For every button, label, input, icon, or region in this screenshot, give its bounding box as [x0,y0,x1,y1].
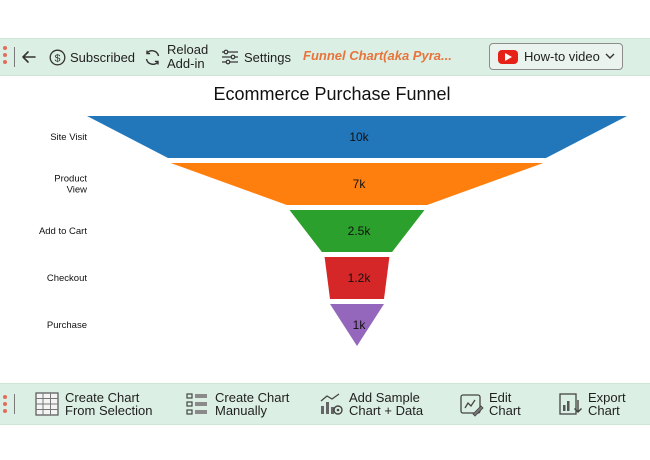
create-chart-from-selection-button[interactable]: Create Chart From Selection [34,384,152,424]
add-sample-chart-button[interactable]: Add Sample Chart + Data [318,384,423,424]
edit-chart-line2: Chart [489,403,521,418]
table-grid-icon [35,392,59,416]
add-sample-line2: Chart + Data [349,403,424,418]
funnel-category-label: Add to Cart [39,226,87,237]
drag-handle-icon[interactable] [3,395,7,416]
top-toolbar: $ Subscribed Reload Add-in Settings Funn… [0,38,650,76]
bottom-toolbar: Create Chart From Selection Create Chart… [0,383,650,425]
how-to-video-label: How-to video [524,49,600,64]
sliders-icon [222,49,238,65]
funnel-value-label: 2.5k [348,224,372,238]
funnel-category-label: Purchase [47,320,87,331]
funnel-value-label: 7k [353,177,367,191]
funnel-value-label: 1.2k [348,271,372,285]
how-to-video-dropdown[interactable]: How-to video [489,43,623,70]
subscribed-label: Subscribed [70,49,136,65]
refresh-icon [145,49,160,65]
funnel-value-label: 1k [353,318,367,332]
chart-gear-icon [320,393,343,415]
chart-title: Ecommerce Purchase Funnel [213,84,450,104]
create-chart-manually-button[interactable]: Create Chart Manually [184,384,289,424]
reload-label-line2: Add-in [167,56,205,71]
toolbar-divider [14,394,15,414]
list-form-icon [186,393,207,415]
youtube-icon [498,50,518,64]
export-chart-line2: Chart [588,403,620,418]
funnel-category-label: Checkout [47,273,87,284]
reload-label-line1: Reload [167,42,209,57]
reload-addin-button[interactable]: Reload Add-in [143,39,208,75]
export-chart-button[interactable]: Export Chart [557,384,626,424]
chart-title-tab[interactable]: Funnel Chart(aka Pyra... [303,48,452,66]
edit-chart-icon [460,394,484,417]
settings-button[interactable]: Settings [221,39,291,75]
dollar-circle-icon: $ [49,49,66,65]
funnel-chart: Ecommerce Purchase Funnel 10k Site Visit 7… [39,84,627,346]
edit-chart-button[interactable]: Edit Chart [458,384,521,424]
toolbar-divider [14,47,15,67]
create-from-selection-line2: From Selection [65,403,153,418]
export-chart-icon [559,393,582,415]
funnel-stages: 10k Site Visit 7k Product View 2.5k Add to Car… [39,116,627,346]
funnel-category-label: Product View [54,174,87,196]
arrow-left-icon [22,51,36,63]
back-button[interactable] [20,39,38,75]
subscribed-button[interactable]: $ Subscribed [49,39,135,75]
settings-label: Settings [244,49,291,65]
funnel-value-label: 10k [349,130,369,144]
chevron-down-icon [605,53,615,59]
create-manually-line2: Manually [215,403,268,418]
funnel-category-label: Site Visit [50,132,87,143]
svg-text:$: $ [55,52,61,64]
drag-handle-icon[interactable] [3,46,7,67]
